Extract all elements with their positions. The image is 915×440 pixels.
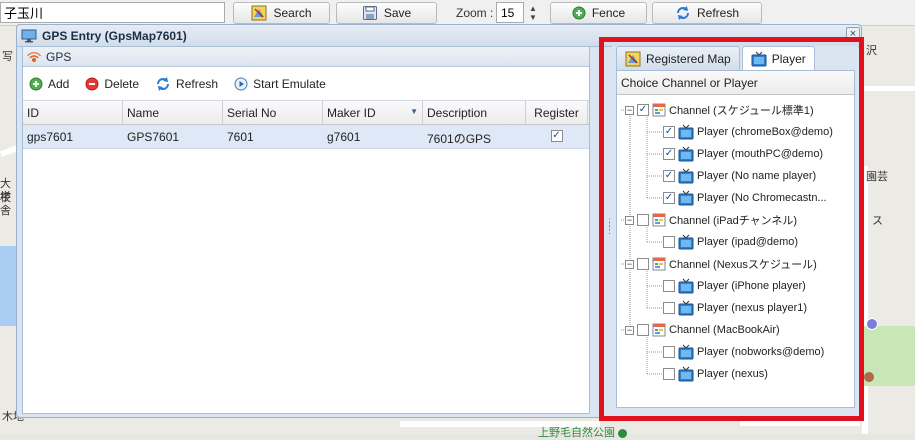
save-button-label: Save: [383, 6, 412, 20]
gps-refresh-button-label: Refresh: [176, 76, 219, 91]
monitor-icon: [21, 29, 37, 42]
map-toolbar: Search Save Zoom : ▲ ▼ Fence Refresh: [0, 0, 915, 26]
save-button[interactable]: Save: [336, 2, 437, 24]
map-label: 沢: [866, 45, 877, 57]
map-park-label: 上野毛自然公園: [538, 424, 628, 440]
column-header-serial[interactable]: Serial No: [223, 101, 323, 124]
map-search-icon: [251, 5, 267, 21]
add-circle-icon: [29, 77, 43, 90]
cell-name: GPS7601: [127, 130, 180, 144]
map-pin-icon[interactable]: [864, 372, 874, 382]
window-title: GPS Entry (GpsMap7601): [42, 28, 187, 43]
gps-refresh-button[interactable]: Refresh: [155, 76, 218, 92]
column-header-description[interactable]: Description: [423, 101, 526, 124]
map-label: 園芸: [866, 171, 888, 183]
gps-toolbar: Add Delete Refresh Start Emulate: [23, 67, 589, 101]
chevron-up-icon[interactable]: ▲: [529, 4, 537, 13]
refresh-icon: [676, 6, 689, 20]
refresh-icon: [157, 76, 170, 91]
gps-signal-icon: [26, 51, 42, 62]
search-button-label: Search: [273, 6, 312, 20]
column-header-id[interactable]: ID: [23, 101, 123, 124]
gps-grid-header: ID Name Serial No Maker ID ▼ Description…: [23, 101, 589, 125]
save-icon: [362, 6, 377, 20]
fence-button-label: Fence: [591, 6, 626, 20]
column-header-name[interactable]: Name: [123, 101, 223, 124]
refresh-button[interactable]: Refresh: [652, 2, 762, 24]
highlight-box: [599, 37, 864, 421]
add-circle-icon: [572, 6, 586, 20]
gps-panel-header: GPS: [23, 47, 589, 67]
delete-circle-icon: [85, 77, 99, 90]
zoom-input[interactable]: [496, 2, 524, 23]
fence-button[interactable]: Fence: [550, 2, 647, 24]
cell-id: gps7601: [27, 130, 74, 144]
start-emulate-button-label: Start Emulate: [253, 76, 326, 91]
start-emulate-button[interactable]: Start Emulate: [234, 77, 326, 91]
play-icon: [234, 77, 248, 90]
column-header-register[interactable]: Register: [526, 101, 588, 124]
map-label: 写: [2, 51, 13, 63]
cell-serial: 7601: [227, 130, 254, 144]
delete-button-label: Delete: [104, 76, 140, 91]
map-pin-icon[interactable]: [866, 318, 878, 330]
cell-register: ✓: [526, 125, 588, 148]
sort-dropdown-icon[interactable]: ▼: [410, 107, 418, 116]
zoom-stepper[interactable]: ▲ ▼: [527, 2, 539, 24]
cell-description: 7601のGPS: [427, 132, 492, 146]
search-button[interactable]: Search: [233, 2, 330, 24]
register-checkbox[interactable]: ✓: [550, 130, 563, 142]
cell-maker: g7601: [327, 130, 361, 144]
map-label: ス: [872, 215, 883, 227]
column-header-maker[interactable]: Maker ID ▼: [323, 101, 423, 124]
add-button[interactable]: Add: [29, 77, 69, 91]
gps-panel: GPS Add Delete Refresh Start Emulate ID …: [22, 46, 590, 414]
chevron-down-icon[interactable]: ▼: [529, 13, 537, 22]
gps-panel-title: GPS: [46, 49, 72, 64]
add-button-label: Add: [48, 76, 70, 91]
zoom-label: Zoom :: [456, 6, 494, 20]
table-row[interactable]: gps7601 GPS7601 7601 g7601 7601のGPS ✓: [23, 125, 589, 149]
refresh-button-label: Refresh: [696, 6, 740, 20]
search-input[interactable]: [0, 2, 225, 23]
map-label: 校舎: [0, 192, 11, 217]
delete-button[interactable]: Delete: [85, 77, 139, 91]
